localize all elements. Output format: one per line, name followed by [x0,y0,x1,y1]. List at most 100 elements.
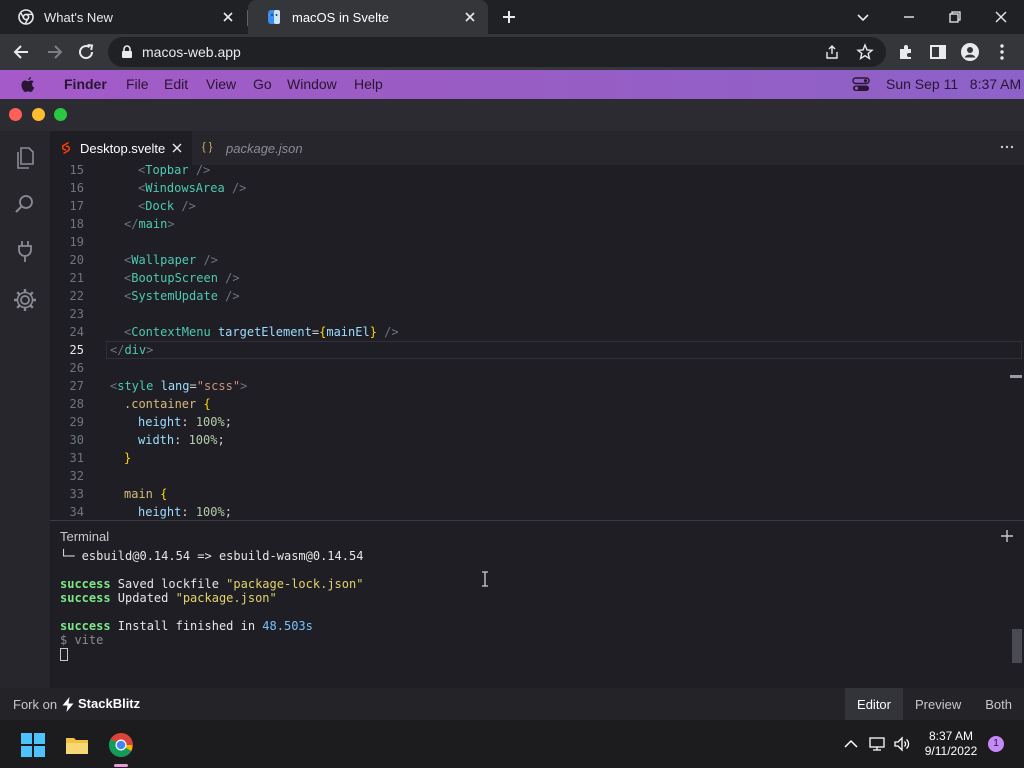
code-editor-area[interactable]: 15 <Topbar /> 16 <WindowsArea /> 17 <Dock /> 1… [50,165,1024,520]
stackblitz-bolt-icon[interactable] [62,697,74,712]
code-line[interactable]: 27 <style lang="scss"> [50,377,1010,395]
menu-file[interactable]: File [126,76,149,92]
taskbar-clock[interactable]: 8:37 AM 9/11/2022 [922,729,980,759]
view-both-button[interactable]: Both [973,688,1024,720]
code-line[interactable]: 26 [50,359,1010,377]
tab-search-chevron-icon[interactable] [852,6,874,28]
url-text[interactable]: macos-web.app [142,44,241,60]
code-line[interactable]: 18 </main> [50,215,1010,233]
close-editor-tab-icon[interactable] [170,141,184,155]
menu-finder[interactable]: Finder [64,76,107,92]
code-line[interactable]: 21 <BootupScreen /> [50,269,1010,287]
chrome-icon [18,9,34,25]
code-line[interactable]: 24 <ContextMenu targetElement={mainEl} /> [50,323,1010,341]
window-title-bar [0,99,1024,131]
browser-tab-macos-in-svelte[interactable]: macOS in Svelte [248,0,488,34]
terminal-scrollbar[interactable] [1012,629,1022,663]
code-text: <style lang="scss"> [110,379,248,393]
profile-avatar-icon[interactable] [960,42,980,62]
code-line[interactable]: 31} [50,449,1010,467]
menu-view[interactable]: View [206,76,236,92]
line-number: 20 [69,253,84,267]
apple-logo-icon[interactable] [20,76,36,93]
address-bar[interactable]: macos-web.app [108,37,886,67]
windows-start-icon[interactable] [20,732,46,758]
terminal-output[interactable]: └─ esbuild@0.14.54 => esbuild-wasm@0.14.… [60,549,363,661]
code-line[interactable]: 17 <Dock /> [50,197,1010,215]
menu-bar-clock[interactable]: Sun Sep 11 8:37 AM [886,76,1021,92]
more-actions-icon[interactable] [1000,145,1014,149]
side-panel-icon[interactable] [928,42,948,62]
search-icon[interactable] [12,191,38,217]
menu-go[interactable]: Go [253,76,272,92]
chrome-taskbar-icon[interactable] [108,732,134,758]
window-maximize-button[interactable] [54,108,67,121]
editor-tab-label: package.json [226,140,303,156]
restore-window-icon[interactable] [944,6,966,28]
network-display-icon[interactable] [868,736,886,752]
line-number: 30 [69,433,84,447]
line-number: 26 [69,361,84,375]
close-tab-icon[interactable] [220,9,236,25]
menu-window[interactable]: Window [287,76,337,92]
code-line[interactable]: 22 <SystemUpdate /> [50,287,1010,305]
editor-tab-desktop-svelte[interactable]: Desktop.svelte [50,131,192,165]
line-number: 23 [69,307,84,321]
reload-icon[interactable] [76,42,96,62]
show-hidden-icons-chevron-icon[interactable] [842,736,860,752]
new-tab-icon[interactable] [500,8,518,26]
code-line[interactable]: 32 [50,467,1010,485]
notification-badge[interactable]: 1 [988,736,1004,752]
bookmark-star-icon[interactable] [856,43,874,61]
gear-icon[interactable] [12,287,38,313]
code-line[interactable]: 25 </div> [50,341,1022,359]
explorer-files-icon[interactable] [12,145,38,171]
editor-tab-package-json[interactable]: { } package.json [192,131,322,165]
extensions-puzzle-icon[interactable] [896,42,916,62]
browser-menu-kebab-icon[interactable] [992,42,1012,62]
line-number: 22 [69,289,84,303]
terminal-prompt-line[interactable] [60,647,363,661]
new-terminal-plus-icon[interactable] [1000,529,1014,543]
plug-extensions-icon[interactable] [12,238,38,264]
code-line[interactable]: 19 [50,233,1010,251]
code-line[interactable]: 28 .container { [50,395,1010,413]
window-close-button[interactable] [9,108,22,121]
line-number: 21 [69,271,84,285]
code-line[interactable]: 33 main { [50,485,1010,503]
terminal-line: success Install finished in 48.503s [60,619,313,633]
stackblitz-brand[interactable]: StackBlitz [78,696,140,711]
terminal-title: Terminal [60,529,110,544]
code-text: <SystemUpdate /> [124,289,240,303]
code-text: width: 100%; [138,433,225,447]
window-minimize-button[interactable] [32,108,45,121]
file-explorer-icon[interactable] [64,732,90,758]
code-editor-window: Desktop.svelte { } package.json 15 <Topba… [0,99,1024,688]
control-center-icon[interactable] [852,77,870,92]
code-line[interactable]: 15 <Topbar /> [50,165,1010,179]
code-line[interactable]: 30 width: 100%; [50,431,1010,449]
code-line[interactable]: 23 [50,305,1010,323]
back-arrow-icon[interactable] [12,42,32,62]
close-window-icon[interactable] [990,6,1012,28]
code-line[interactable]: 34 height: 100%; [50,503,1010,520]
terminal-panel[interactable]: Terminal └─ esbuild@0.14.54 => esbuild-w… [50,520,1024,688]
code-line[interactable]: 20 <Wallpaper /> [50,251,1010,269]
menu-edit[interactable]: Edit [164,76,188,92]
line-number: 27 [69,379,84,393]
share-icon[interactable] [824,44,840,60]
browser-tab-strip: What's New macOS in Svelte [0,0,1024,34]
code-line[interactable]: 16 <WindowsArea /> [50,179,1010,197]
forward-arrow-icon[interactable] [44,42,64,62]
lock-icon[interactable] [120,45,134,59]
view-preview-button[interactable]: Preview [903,688,973,720]
code-line[interactable]: 29 height: 100%; [50,413,1010,431]
fork-on-label[interactable]: Fork on [13,697,57,712]
minimize-window-icon[interactable] [898,6,920,28]
close-tab-icon[interactable] [462,9,478,25]
browser-tab-whats-new[interactable]: What's New [0,0,246,34]
menu-help[interactable]: Help [354,76,383,92]
view-editor-button[interactable]: Editor [845,688,903,720]
volume-speaker-icon[interactable] [893,736,911,752]
minimap-scroll-indicator[interactable] [1010,375,1022,378]
